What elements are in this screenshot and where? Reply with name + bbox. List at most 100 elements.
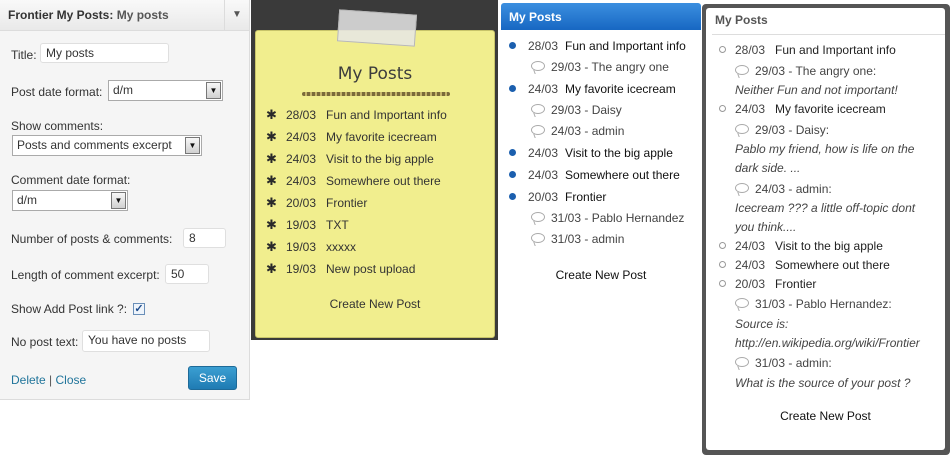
show-add-post-checkbox[interactable]: ✓ [133,303,145,315]
bullet-icon [719,261,726,268]
sticky-widget-title: My Posts [337,64,413,84]
post-title: Visit to the big apple [326,152,434,166]
collapse-arrow-icon[interactable]: ▼ [224,0,249,30]
comment-bubble-icon [735,298,749,308]
widget-settings-panel: Frontier My Posts: My posts ▼ Title: My … [0,0,250,400]
asterisk-bullet-icon: ✱ [266,239,277,254]
asterisk-bullet-icon: ✱ [266,107,277,122]
bullet-icon [719,105,726,112]
sticky-note-widget: My Posts ✱ 28/03 Fun and Important info ✱ 2… [255,30,495,338]
list-item[interactable]: ✱ 24/03 My favorite icecream [266,129,437,145]
comment-meta: 31/03 - admin: [755,356,832,370]
bullet-icon [509,193,516,200]
comment-date-format-select[interactable]: d/m ▼ [12,190,128,211]
bullet-icon [509,171,516,178]
create-new-post-link[interactable]: Create New Post [501,268,701,282]
save-button[interactable]: Save [188,366,237,390]
widget-title: Frontier My Posts: My posts [8,8,169,22]
list-item[interactable]: 24/03 Somewhere out there [509,168,680,182]
post-title: TXT [326,218,349,232]
no-post-text-input[interactable]: You have no posts [82,330,210,352]
comment-bubble-icon [735,124,749,134]
post-title: Fun and Important info [775,43,896,57]
bullet-icon [509,149,516,156]
asterisk-bullet-icon: ✱ [266,217,277,232]
comment-item[interactable]: 29/03 - Daisy: [735,123,829,137]
list-item[interactable]: 24/03 Visit to the big apple [509,146,673,160]
bullet-icon [509,42,516,49]
create-new-post-link[interactable]: Create New Post [256,297,494,311]
list-item[interactable]: 28/03 Fun and Important info [719,43,896,57]
asterisk-bullet-icon: ✱ [266,151,277,166]
asterisk-bullet-icon: ✱ [266,129,277,144]
comment-item[interactable]: 24/03 - admin [531,124,624,138]
blue-widget-header: My Posts [501,3,701,30]
list-item[interactable]: ✱ 19/03 TXT [266,217,349,233]
comment-item[interactable]: 31/03 - Pablo Hernandez: [735,297,892,311]
title-underline-decoration [302,92,450,96]
comment-item[interactable]: 29/03 - The angry one [531,60,669,74]
create-new-post-link[interactable]: Create New Post [706,409,945,423]
list-item[interactable]: 24/03 My favorite icecream [719,102,886,116]
delete-link[interactable]: Delete [11,373,46,387]
list-item[interactable]: ✱ 28/03 Fun and Important info [266,107,447,123]
comment-item[interactable]: 31/03 - admin: [735,356,832,370]
show-add-post-label: Show Add Post link ?: [11,302,128,316]
list-item[interactable]: ✱ 19/03 xxxxx [266,239,356,255]
comment-meta: 29/03 - The angry one [551,60,669,74]
comment-item[interactable]: 31/03 - Pablo Hernandez [531,211,684,225]
blue-widget-title: My Posts [509,10,562,24]
list-item[interactable]: ✱ 19/03 New post upload [266,261,415,277]
post-title: Fun and Important info [326,108,447,122]
link-separator: | [49,373,53,387]
comment-date-format-value: d/m [17,193,38,207]
comment-bubble-icon [735,357,749,367]
post-title: Fun and Important info [565,39,686,53]
post-title: My favorite icecream [565,82,676,96]
comment-meta: 31/03 - admin [551,232,625,246]
list-item[interactable]: 20/03 Frontier [509,190,606,204]
list-item[interactable]: ✱ 20/03 Frontier [266,195,367,211]
comment-item[interactable]: 29/03 - Daisy [531,103,622,117]
comment-meta: 29/03 - The angry one: [755,64,877,78]
asterisk-bullet-icon: ✱ [266,195,277,210]
post-date: 28/03 [735,43,766,57]
list-item[interactable]: ✱ 24/03 Somewhere out there [266,173,441,189]
post-date: 24/03 [735,258,766,272]
title-label: Title: [11,48,37,62]
comment-item[interactable]: 31/03 - admin [531,232,624,246]
close-link[interactable]: Close [56,373,87,387]
post-date-format-select[interactable]: d/m ▼ [108,80,223,101]
widget-header[interactable]: Frontier My Posts: My posts ▼ [0,0,249,31]
list-item[interactable]: ✱ 24/03 Visit to the big apple [266,151,434,167]
comment-meta: 29/03 - Daisy: [755,123,830,137]
comment-excerpt: Neither Fun and not important! [735,83,898,97]
widget-title-instance: My posts [116,8,169,22]
list-item[interactable]: 24/03 My favorite icecream [509,82,676,96]
comment-bubble-icon [531,61,545,71]
post-date: 24/03 [528,168,559,182]
post-title: My favorite icecream [775,102,886,116]
comment-excerpt: Icecream ??? a little off-topic dont [735,201,916,215]
number-of-posts-input[interactable]: 8 [183,228,226,248]
list-item[interactable]: 24/03 Somewhere out there [719,258,890,272]
comment-meta: 24/03 - admin: [755,182,832,196]
comment-item[interactable]: 29/03 - The angry one: [735,64,876,78]
list-item[interactable]: 28/03 Fun and Important info [509,39,686,53]
comment-bubble-icon [531,104,545,114]
post-title: My favorite icecream [326,130,437,144]
bullet-icon [719,46,726,53]
show-comments-select[interactable]: Posts and comments excerpt ▼ [12,135,202,156]
comment-item[interactable]: 24/03 - admin: [735,182,832,196]
list-item[interactable]: 24/03 Visit to the big apple [719,239,883,253]
post-title: Frontier [326,196,368,210]
list-item[interactable]: 20/03 Frontier [719,277,816,291]
show-comments-label: Show comments: [11,119,104,133]
title-input[interactable]: My posts [40,43,169,63]
post-date: 24/03 [286,130,317,144]
comment-excerpt: http://en.wikipedia.org/wiki/Frontier [735,336,920,350]
show-comments-value: Posts and comments excerpt [17,138,172,152]
widget-title-name: Frontier My Posts: [8,8,114,22]
excerpt-length-input[interactable]: 50 [165,264,209,284]
post-title: Frontier [775,277,817,291]
